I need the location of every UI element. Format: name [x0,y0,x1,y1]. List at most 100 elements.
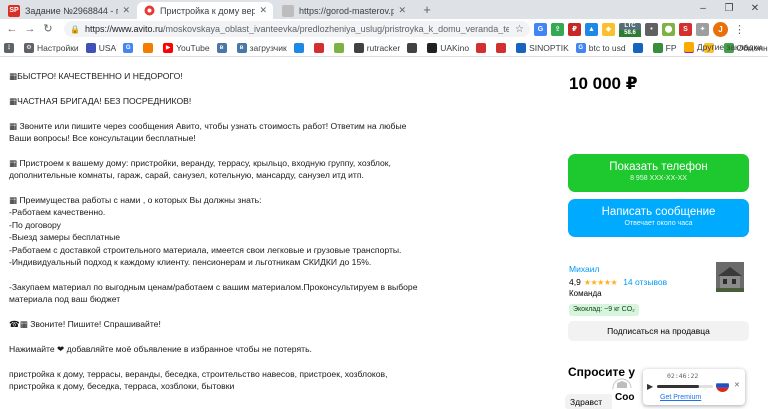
rutracker-icon [353,42,364,53]
bookmark-orange-icon [143,42,154,53]
bookmarks-bar: ⋮ ⚙ Настройки USA G ▶ YouTube в в загрузчик… [0,39,768,57]
bookmark-settings[interactable]: ⚙ Настройки [24,42,79,53]
show-phone-label: Показать телефон [609,161,708,173]
bookmark-sinoptik[interactable]: SINOPTIK [516,42,569,53]
description-paragraph: -Закупаем материал по выгодным ценам/раб… [9,281,418,305]
description-paragraph: ▦БЫСТРО! КАЧЕСТВЕННО И НЕДОРОГО! [9,71,183,81]
weather-icon [516,42,527,53]
bookmark-youtube[interactable]: ▶ YouTube [163,42,210,53]
bookmark-blue-icon [293,42,304,53]
show-phone-button[interactable]: Показать телефон 8 958 XXX-XX-XX [568,154,749,192]
google-icon: G [123,42,134,53]
bookmark-google[interactable]: G [123,42,136,53]
bookmark-red-icon [476,42,487,53]
tab-title: https://gorod-masterov.pro/m [299,5,395,16]
write-message-button[interactable]: Написать сообщение Отвечает около часа [568,199,749,237]
phone-number-masked: 8 958 XXX-XX-XX [630,175,687,182]
vpn-progress-bar [657,385,713,388]
seller-avatar[interactable] [716,262,744,292]
vk-icon: в [216,42,227,53]
bookmark-orange[interactable] [143,42,156,53]
bookmark-dark[interactable] [407,42,420,53]
subscribe-seller-button[interactable]: Подписаться на продавца [568,321,749,341]
gear-icon: ⚙ [24,42,34,53]
vpn-play-icon[interactable]: ▶ [647,382,653,391]
bookmark-rutracker[interactable]: rutracker [353,42,400,53]
bookmark-green-icon [333,42,344,53]
extensions-puzzle-icon[interactable]: ✦ [696,22,709,36]
minimize-button[interactable]: – [690,1,716,17]
extension-google-icon[interactable]: G [534,22,547,36]
bookmark-blue[interactable] [293,42,307,53]
address-bar[interactable]: 🔒 https://www.avito.ru/moskovskaya_oblas… [64,21,530,37]
bookmark-btc-to-usd[interactable]: Gbtc to usd [575,42,626,53]
extension-diamond-icon[interactable]: ◆ [602,22,615,36]
bookmark-red-icon [313,42,324,53]
reviews-link[interactable]: 14 отзывов [623,277,667,287]
description-paragraph: ▦ Пристроем к вашему дому: пристройки, в… [9,157,391,181]
bookmark-apps[interactable]: ⋮ [4,42,17,53]
bookmark-red-icon [496,42,507,53]
response-time: Отвечает около часа [624,220,693,227]
extension-circle-icon[interactable]: ⬤ [662,22,675,36]
fp-icon [652,42,663,53]
youtube-icon: ▶ [163,42,174,53]
bookmark-red-3[interactable] [496,42,509,53]
back-button[interactable]: ← [3,20,21,38]
maximize-button[interactable]: ❐ [716,1,742,17]
bookmark-blue-icon [632,42,643,53]
get-premium-link[interactable]: Get Premium [660,394,701,401]
bookmark-fp[interactable]: FP [652,42,677,53]
bookmark-uakino[interactable]: UAKino [427,42,469,53]
tab-avito-listing[interactable]: Пристройка к дому веранда терр ✕ [137,2,273,19]
extension-triangle-icon[interactable]: ▲ [585,22,598,36]
bookmark-usa[interactable]: USA [85,42,116,53]
bookmark-blue-2[interactable] [632,42,646,53]
lock-icon[interactable]: 🔒 [70,25,80,34]
browser-menu-icon[interactable]: ⋮ [734,23,745,36]
bookmark-red[interactable] [313,42,327,53]
bookmark-green[interactable] [333,42,347,53]
seller-rating: 4,9 ★★★★★ 14 отзывов [569,277,667,287]
bookmark-dark-icon [407,42,418,53]
extension-ruble-icon[interactable]: ₽ [568,22,581,36]
bookmark-star-icon[interactable]: ☆ [515,24,524,35]
vpn-popup: 02:46:22 ▶ ✕ Get Premium [643,369,745,405]
bookmark-other-folder[interactable]: Другие закладки [683,42,762,52]
extension-share-icon[interactable]: ⇪ [551,22,564,36]
forward-button[interactable]: → [21,20,39,38]
vk-icon: в [236,42,247,53]
tab-close-icon[interactable]: ✕ [122,5,130,16]
chat-panel-peek[interactable]: Соо [612,388,644,409]
url-text[interactable]: https://www.avito.ru/moskovskaya_oblast_… [85,24,509,34]
description-paragraph: ☎▦ Звоните! Пишите! Спрашивайте! [9,319,161,330]
seller-name-link[interactable]: Михаил [569,264,599,274]
rating-stars-icon: ★★★★★ [583,277,618,287]
extension-dot-icon[interactable]: • [645,22,658,36]
close-window-button[interactable]: ✕ [742,1,768,17]
tab-close-icon[interactable]: ✕ [259,5,267,16]
browser-toolbar: ← → ↻ 🔒 https://www.avito.ru/moskovskaya… [0,19,768,39]
tab-task-view[interactable]: SP Задание №2968844 - просмотр з ✕ [2,2,136,19]
eco-badge[interactable]: Экоклад: ~9 кг CO₂ [569,304,639,316]
bookmark-downloader[interactable]: в загрузчик [236,42,287,53]
tab-close-icon[interactable]: ✕ [398,5,406,16]
page-content: ▦БЫСТРО! КАЧЕСТВЕННО И НЕДОРОГО! ▦ЧАСТНА… [0,58,768,409]
reload-button[interactable]: ↻ [39,20,57,38]
bookmark-vk[interactable]: в [216,42,230,53]
bookmark-red-2[interactable] [476,42,489,53]
extension-s-icon[interactable]: S [679,22,692,36]
tab-title: Пристройка к дому веранда терр [160,5,256,16]
listing-price: 10 000 ₽ [569,74,638,93]
extension-ltc-ticker[interactable]: LTC 58.6 [619,22,641,37]
new-tab-button[interactable]: + [418,2,436,18]
folder-icon [683,42,694,52]
tab-gorod-masterov[interactable]: https://gorod-masterov.pro/m ✕ [276,2,412,19]
vpn-close-icon[interactable]: ✕ [734,381,740,389]
profile-avatar[interactable]: J [713,21,728,37]
description-paragraph: ▦ Преимущества работы с нами , о которых… [9,195,402,268]
google-icon: G [575,42,586,53]
russia-flag-icon[interactable] [716,379,729,392]
folder-icon [85,42,96,53]
description-paragraph: ▦ Звоните или пишите через сообщения Ави… [9,120,407,143]
